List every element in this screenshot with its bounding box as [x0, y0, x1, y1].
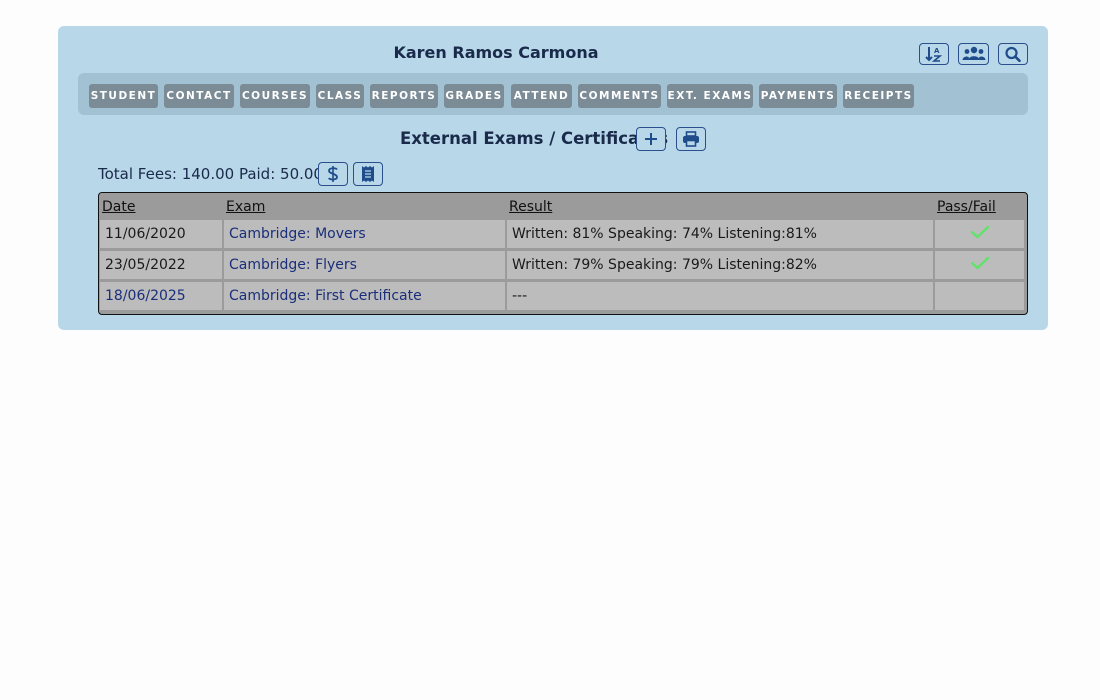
- tab-grades[interactable]: GRADES: [444, 84, 504, 108]
- column-header-exam[interactable]: Exam: [224, 193, 505, 220]
- receipt-button[interactable]: [353, 162, 383, 186]
- add-exam-button[interactable]: [636, 127, 666, 151]
- tab-comments[interactable]: COMMENTS: [578, 84, 661, 108]
- exam-result: ---: [507, 282, 933, 313]
- column-header-pass-fail[interactable]: Pass/Fail: [935, 193, 1024, 220]
- tab-attend[interactable]: ATTEND: [511, 84, 572, 108]
- student-name: Karen Ramos Carmona: [393, 43, 599, 62]
- exam-date: 11/06/2020: [100, 220, 222, 251]
- tab-bar: STUDENT CONTACT COURSES CLASS REPORTS GR…: [78, 73, 1028, 115]
- fees-summary: Total Fees: 140.00 Paid: 50.00: [98, 165, 323, 183]
- exam-name-link[interactable]: Cambridge: Flyers: [224, 251, 505, 282]
- tab-ext-exams[interactable]: EXT. EXAMS: [667, 84, 753, 108]
- table-row[interactable]: 18/06/2025 Cambridge: First Certificate …: [100, 282, 1024, 313]
- table-row[interactable]: 11/06/2020 Cambridge: Movers Written: 81…: [100, 220, 1024, 251]
- tab-courses[interactable]: COURSES: [240, 84, 310, 108]
- tab-student[interactable]: STUDENT: [89, 84, 158, 108]
- search-button[interactable]: [998, 43, 1028, 65]
- exam-date: 23/05/2022: [100, 251, 222, 282]
- tab-class[interactable]: CLASS: [316, 84, 364, 108]
- print-button[interactable]: [676, 127, 706, 151]
- search-icon: [1005, 46, 1021, 62]
- column-header-date[interactable]: Date: [100, 193, 222, 220]
- table-header-row: Date Exam Result Pass/Fail: [100, 193, 1024, 220]
- group-button[interactable]: [958, 43, 989, 65]
- exam-name-link[interactable]: Cambridge: Movers: [224, 220, 505, 251]
- exam-date: 18/06/2025: [100, 282, 222, 313]
- tab-contact[interactable]: CONTACT: [164, 84, 234, 108]
- pass-fail-cell: [935, 251, 1024, 282]
- student-panel: Karen Ramos Carmona A STUDENT CONTACT CO…: [58, 26, 1048, 330]
- column-header-result[interactable]: Result: [507, 193, 933, 220]
- print-icon: [683, 131, 699, 147]
- plus-icon: [645, 133, 657, 145]
- exam-result: Written: 79% Speaking: 79% Listening:82%: [507, 251, 933, 282]
- table-row[interactable]: 23/05/2022 Cambridge: Flyers Written: 79…: [100, 251, 1024, 282]
- exam-result: Written: 81% Speaking: 74% Listening:81%: [507, 220, 933, 251]
- dollar-icon: [328, 166, 338, 182]
- sort-icon: A: [925, 47, 943, 62]
- exam-name-link[interactable]: Cambridge: First Certificate: [224, 282, 505, 313]
- check-icon: [970, 256, 989, 270]
- group-icon: [962, 46, 985, 60]
- tab-payments[interactable]: PAYMENTS: [759, 84, 837, 108]
- payment-button[interactable]: [318, 162, 348, 186]
- svg-text:A: A: [934, 47, 940, 55]
- receipt-icon: [362, 166, 374, 182]
- exams-table: Date Exam Result Pass/Fail 11/06/2020 Ca…: [98, 192, 1028, 315]
- tab-reports[interactable]: REPORTS: [370, 84, 438, 108]
- tab-receipts[interactable]: RECEIPTS: [843, 84, 914, 108]
- pass-fail-cell: [935, 220, 1024, 251]
- check-icon: [970, 225, 989, 239]
- pass-fail-cell: [935, 282, 1024, 313]
- section-title: External Exams / Certificates: [400, 129, 669, 148]
- sort-button[interactable]: A: [919, 43, 949, 65]
